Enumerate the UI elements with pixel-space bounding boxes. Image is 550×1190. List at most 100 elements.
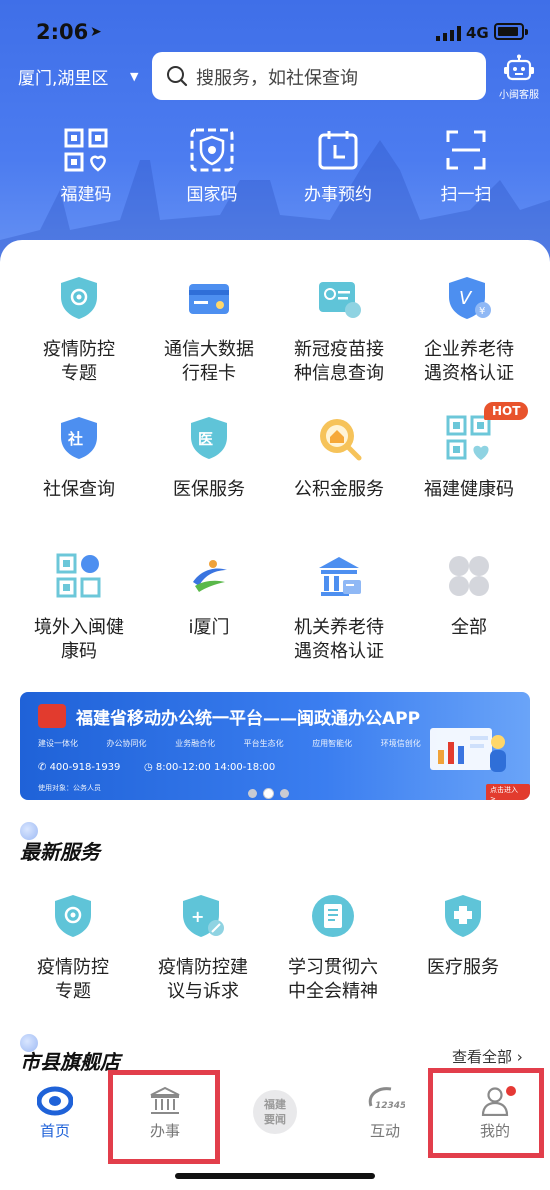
banner-logo-icon [38,704,66,728]
banner-tag: 办公协同化 [106,739,147,748]
banner-tag: 平台生态化 [243,739,284,748]
banner-hours-text: 8:00-12:00 14:00-18:00 [155,762,276,773]
tab-home[interactable]: 首页 [0,1086,110,1141]
social-security-icon: 社 [61,417,97,459]
search-bar[interactable]: 搜服务，如社保查询 [152,52,486,100]
location-arrow-icon: ➤ [90,24,102,40]
service-enterprise-pension[interactable]: V ¥ 企业养老待 遇资格认证 [404,274,534,386]
carousel-dot[interactable] [280,789,289,798]
quick-label: 国家码 [186,185,238,205]
service-housing-fund[interactable]: 公积金服务 [274,414,404,502]
svg-text:V: V [459,288,473,309]
service-epidemic[interactable]: 疫情防控 专题 [14,274,144,386]
carousel-dot[interactable] [248,789,257,798]
calendar-icon [318,131,358,170]
hot-badge: HOT [484,402,529,420]
service-label: 社保查询 [43,479,115,500]
search-placeholder: 搜服务，如社保查询 [196,68,358,89]
svg-text:社: 社 [67,430,83,448]
latest-epidemic[interactable]: 疫情防控 专题 [8,892,138,1004]
shield-edit-icon: + [183,895,224,937]
service-label: 福建健康码 [424,479,514,500]
service-travel-card[interactable]: 通信大数据 行程卡 [144,274,274,386]
latest-medical[interactable]: 医疗服务 [398,892,528,980]
banner-phone-number: 400-918-1939 [49,762,121,773]
banner-enter-button[interactable]: 点击进入 > [486,784,530,800]
banner-target: 使用对象：公务人员 [38,784,101,792]
banner-tag: 业务融合化 [175,739,216,748]
latest-suggestions[interactable]: + 疫情防控建 议与诉求 [138,892,268,1004]
latest-study[interactable]: 学习贯彻六 中全会精神 [268,892,398,1004]
service-i-xiamen[interactable]: i厦门 [144,552,274,640]
view-all-link[interactable]: 查看全部 › [452,1046,523,1067]
medical-cross-icon [445,895,481,937]
news-seal-icon: 福建 要闻 [253,1090,297,1134]
customer-service-label: 小闽客服 [499,90,539,101]
quick-label: 福建码 [60,185,112,205]
quick-fujian-code[interactable]: 福建码 [26,128,146,205]
customer-service-button[interactable]: 小闽客服 [494,54,544,101]
service-label: 医疗服务 [427,957,499,978]
all-grid-icon [449,556,489,596]
service-fujian-health-code[interactable]: 福建健康码 [404,414,534,502]
banner-title: 福建省移动办公统一平台——闽政通办公APP [76,709,421,729]
service-label: 全部 [451,617,487,638]
svg-text:医: 医 [198,430,213,448]
tab-interact[interactable]: 12345 互动 [330,1086,440,1141]
banner-tag: 应用智能化 [312,739,353,748]
highlight-box-services [108,1070,220,1164]
government-building-icon [319,557,361,596]
service-vaccine[interactable]: 新冠疫苗接 种信息查询 [274,274,404,386]
service-label: i厦门 [188,617,230,638]
carousel-dot-active[interactable] [264,789,273,798]
battery-tip [525,29,528,35]
caret-down-icon[interactable]: ▼ [130,70,138,83]
service-label: 疫情防控 专题 [43,339,115,384]
search-icon [167,66,188,87]
banner-tag: 环境信创化 [380,739,421,748]
city-selector[interactable]: 厦门,湖里区 [18,64,108,89]
shield-virus-icon [61,277,97,319]
health-qr-icon [446,415,491,460]
medical-insurance-icon: 医 [191,417,227,459]
hotline-number: 12345 [375,1101,405,1111]
service-social-security[interactable]: 社 社保查询 [14,414,144,502]
scan-icon [446,130,486,170]
service-all[interactable]: 全部 [404,552,534,640]
service-label: 机关养老待 遇资格认证 [294,617,384,662]
tab-label: 互动 [369,1122,400,1140]
home-logo-icon [37,1086,73,1116]
quick-scan[interactable]: 扫一扫 [406,128,526,205]
service-government-pension[interactable]: 机关养老待 遇资格认证 [274,552,404,664]
service-overseas-health-code[interactable]: 境外入闽健 康码 [14,552,144,664]
service-label: 境外入闽健 康码 [34,617,124,662]
tab-label: 首页 [39,1122,70,1140]
tab-news[interactable]: 福建 要闻 [220,1086,330,1134]
quick-national-code[interactable]: 国家码 [152,128,272,205]
robot-icon [504,54,534,81]
qr-health-code-icon [64,128,108,172]
service-label: 医保服务 [173,479,245,500]
quick-appointment[interactable]: 办事预约 [278,128,398,205]
service-label: 企业养老待 遇资格认证 [424,339,514,384]
card-icon [189,284,229,314]
service-label: 新冠疫苗接 种信息查询 [294,339,384,384]
computer-illustration-icon [430,728,506,772]
battery-icon [494,23,524,40]
status-bar: 2:06 ➤ 4G [0,0,550,60]
service-medical-insurance[interactable]: 医 医保服务 [144,414,274,502]
housing-fund-icon [320,419,362,461]
home-indicator [175,1173,375,1179]
banner-phone: ✆ 400-918-1939 [38,762,121,773]
national-code-icon [190,128,234,172]
svg-text:¥: ¥ [479,306,485,317]
i-xiamen-icon [193,560,227,592]
svg-text:+: + [191,907,204,926]
shield-virus-icon [55,895,91,937]
document-icon [312,895,354,937]
hotline-12345-icon: 12345 [368,1087,405,1111]
banner-tags: 建设一体化 办公协同化 业务融合化 平台生态化 应用智能化 环境信创化 [38,738,447,749]
banner-hours: ◷ 8:00-12:00 14:00-18:00 [144,762,276,773]
city-stores-title: 市县旗舰店 [20,1050,120,1074]
network-type: 4G [466,24,489,42]
